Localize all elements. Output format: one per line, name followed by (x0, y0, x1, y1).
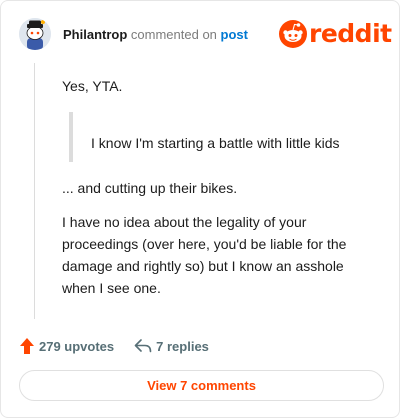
action-text: commented on (130, 27, 217, 42)
comment-footer: 279 upvotes 7 replies (19, 335, 209, 357)
snoo-avatar-icon (19, 18, 51, 50)
replies-button[interactable]: 7 replies (134, 339, 209, 354)
comment-paragraph-2: ... and cutting up their bikes. (62, 180, 238, 196)
reply-arrow-icon (134, 339, 152, 353)
comment-header: Philantrop commented on post (63, 27, 248, 43)
reddit-logo[interactable]: reddit (279, 19, 392, 49)
comment-paragraph-3: I have no idea about the legality of you… (62, 214, 347, 296)
replies-count: 7 replies (156, 338, 209, 354)
upvotes-count: 279 upvotes (39, 338, 115, 354)
post-link[interactable]: post (221, 27, 248, 42)
reddit-logo-icon (279, 20, 307, 48)
user-avatar[interactable] (19, 18, 51, 50)
username-link[interactable]: Philantrop (63, 27, 127, 42)
upvote-arrow-icon (20, 338, 34, 354)
view-comments-label: View 7 comments (147, 378, 256, 393)
upvote-button[interactable]: 279 upvotes (19, 337, 114, 355)
thread-line[interactable] (34, 63, 35, 319)
quote-bar (69, 112, 73, 162)
comment-card: Philantrop commented on post reddit Yes,… (0, 0, 400, 418)
reddit-wordmark: reddit (309, 19, 392, 48)
view-comments-button[interactable]: View 7 comments (19, 370, 384, 401)
quote-text: I know I'm starting a battle with little… (91, 135, 340, 151)
comment-paragraph-1: Yes, YTA. (62, 78, 123, 94)
